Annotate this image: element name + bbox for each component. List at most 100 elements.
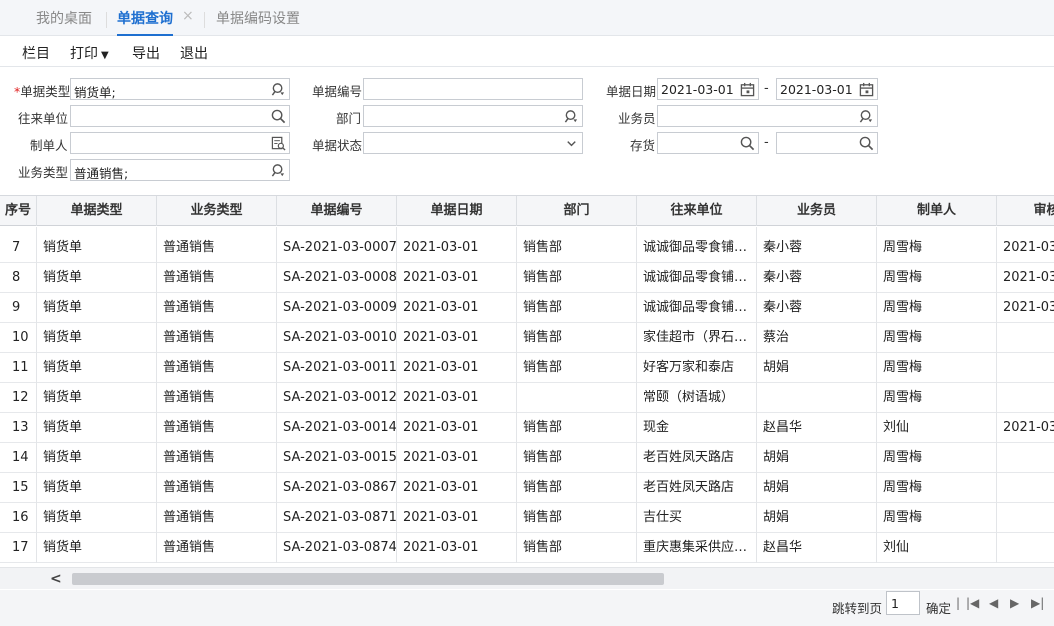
doc-type-field[interactable]: 销货单;	[70, 78, 290, 100]
cell-dept: 销售部	[517, 293, 637, 323]
scrollbar-thumb[interactable]	[72, 573, 664, 585]
cell-partner: 常颐（树语城）	[637, 383, 757, 413]
table-row[interactable]: 17 销货单 普通销售 SA-2021-03-0874 2021-03-01 销售部 重庆惠…	[0, 533, 1054, 563]
cell-doc-date: 2021-03-01	[397, 473, 517, 503]
inventory-label: 存货	[630, 138, 656, 153]
column-header-partner[interactable]: 往来单位	[637, 196, 757, 226]
cell-dept: 销售部	[517, 443, 637, 473]
cell-partner: 诚诚御品零食铺…	[637, 233, 757, 263]
cell-doc-type: 销货单	[37, 413, 157, 443]
cell-doc-date: 2021-03-01	[397, 383, 517, 413]
table-row[interactable]: 15 销货单 普通销售 SA-2021-03-0867 2021-03-01 销售部 老百姓…	[0, 473, 1054, 503]
pager: 跳转到页 1 确定 | |◀ ◀ ▶ ▶|	[0, 590, 1054, 626]
column-header-doc-type[interactable]: 单据类型	[37, 196, 157, 226]
table-row[interactable]: 13 销货单 普通销售 SA-2021-03-0014 2021-03-01 销售部 现金赵…	[0, 413, 1054, 443]
column-header-salesman[interactable]: 业务员	[757, 196, 877, 226]
print-button[interactable]: 打印 ▼	[70, 43, 109, 63]
search-icon[interactable]	[859, 136, 874, 151]
cell-partner: 吉仕买	[637, 503, 757, 533]
first-page-icon[interactable]: |◀	[966, 596, 979, 610]
calendar-icon[interactable]	[740, 82, 755, 97]
cell-doc-type: 销货单	[37, 443, 157, 473]
cell-salesman	[757, 383, 877, 413]
page-number-input[interactable]: 1	[886, 591, 920, 615]
search-icon[interactable]	[271, 82, 286, 97]
search-icon[interactable]	[564, 109, 579, 124]
table-row[interactable]: 14 销货单 普通销售 SA-2021-03-0015 2021-03-01 销售部 老百姓…	[0, 443, 1054, 473]
chevron-down-icon[interactable]	[564, 136, 579, 151]
table-row[interactable]: 9 销货单 普通销售 SA-2021-03-0009 2021-03-01 销售部 诚诚御品…	[0, 293, 1054, 323]
cell-doc-no: SA-2021-03-0014	[277, 413, 397, 443]
cell-doc-type: 销货单	[37, 383, 157, 413]
tab-code-settings[interactable]: 单据编码设置	[216, 8, 300, 36]
cell-seq: 14	[0, 443, 37, 473]
date-to-field[interactable]: 2021-03-01	[776, 78, 878, 100]
jump-to-page-label: 跳转到页	[832, 601, 883, 616]
filter-form: *单据类型 销货单; 单据编号 单据日期 2021-03-01 - 2021-0…	[0, 68, 1054, 194]
biz-type-field[interactable]: 普通销售;	[70, 159, 290, 181]
cell-doc-date: 2021-03-01	[397, 233, 517, 263]
dept-field[interactable]	[363, 105, 583, 127]
inventory-from-field[interactable]	[657, 132, 759, 154]
cell-audit	[997, 473, 1054, 503]
horizontal-scrollbar[interactable]: <	[0, 567, 1054, 589]
list-search-icon[interactable]	[271, 136, 286, 151]
cell-doc-date: 2021-03-01	[397, 323, 517, 353]
cell-biz-type: 普通销售	[157, 473, 277, 503]
date-from-field[interactable]: 2021-03-01	[657, 78, 759, 100]
tab-doc-query[interactable]: 单据查询	[117, 8, 173, 36]
search-icon[interactable]	[271, 163, 286, 178]
search-icon[interactable]	[740, 136, 755, 151]
search-icon[interactable]	[271, 109, 286, 124]
cell-maker: 刘仙	[877, 413, 997, 443]
table-row[interactable]: 7 销货单 普通销售 SA-2021-03-0007 2021-03-01 销售部 诚诚御品…	[0, 233, 1054, 263]
column-header-audit[interactable]: 审核	[997, 196, 1054, 226]
salesman-field[interactable]	[657, 105, 878, 127]
last-page-icon[interactable]: ▶|	[1031, 596, 1044, 610]
table-row[interactable]: 8 销货单 普通销售 SA-2021-03-0008 2021-03-01 销售部 诚诚御品…	[0, 263, 1054, 293]
calendar-icon[interactable]	[859, 82, 874, 97]
prev-page-icon[interactable]: ◀	[989, 596, 998, 610]
column-header-doc-no[interactable]: 单据编号	[277, 196, 397, 226]
status-label: 单据状态	[312, 138, 363, 153]
inventory-to-field[interactable]	[776, 132, 878, 154]
column-header-doc-date[interactable]: 单据日期	[397, 196, 517, 226]
table-row[interactable]: 16 销货单 普通销售 SA-2021-03-0871 2021-03-01 销售部 吉仕买…	[0, 503, 1054, 533]
status-select[interactable]	[363, 132, 583, 154]
tab-desktop[interactable]: 我的桌面	[36, 8, 92, 36]
cell-seq: 11	[0, 353, 37, 383]
partner-field[interactable]	[70, 105, 290, 127]
cell-audit	[997, 503, 1054, 533]
scroll-left-icon[interactable]: <	[50, 571, 62, 587]
column-header-dept[interactable]: 部门	[517, 196, 637, 226]
exit-button[interactable]: 退出	[180, 43, 208, 63]
cell-salesman: 赵昌华	[757, 533, 877, 563]
confirm-button[interactable]: 确定	[926, 598, 951, 617]
chevron-down-icon: ▼	[101, 50, 109, 61]
table-row[interactable]: 11 销货单 普通销售 SA-2021-03-0011 2021-03-01 销售部 好客万…	[0, 353, 1054, 383]
column-header-biz-type[interactable]: 业务类型	[157, 196, 277, 226]
print-label: 打印	[70, 46, 98, 62]
close-icon[interactable]: ×	[182, 8, 194, 24]
cell-maker: 周雪梅	[877, 383, 997, 413]
column-header-seq[interactable]: 序号	[0, 196, 37, 226]
cell-biz-type: 普通销售	[157, 443, 277, 473]
cell-dept: 销售部	[517, 413, 637, 443]
table-row[interactable]: 10 销货单 普通销售 SA-2021-03-0010 2021-03-01 销售部 家佳超…	[0, 323, 1054, 353]
next-page-icon[interactable]: ▶	[1010, 596, 1019, 610]
search-icon[interactable]	[859, 109, 874, 124]
cell-partner: 现金	[637, 413, 757, 443]
biz-type-label: 业务类型	[18, 165, 69, 180]
column-header-maker[interactable]: 制单人	[877, 196, 997, 226]
pager-divider: |	[956, 596, 961, 610]
columns-button[interactable]: 栏目	[22, 43, 50, 63]
cell-salesman: 胡娟	[757, 503, 877, 533]
export-button[interactable]: 导出	[132, 43, 160, 63]
table-row[interactable]: 12 销货单 普通销售 SA-2021-03-0012 2021-03-01 常颐（树语城…	[0, 383, 1054, 413]
doc-date-label: 单据日期	[606, 84, 657, 99]
cell-biz-type: 普通销售	[157, 293, 277, 323]
cell-biz-type: 普通销售	[157, 263, 277, 293]
maker-field[interactable]	[70, 132, 290, 154]
doc-no-field[interactable]	[363, 78, 583, 100]
cell-doc-no: SA-2021-03-0012	[277, 383, 397, 413]
